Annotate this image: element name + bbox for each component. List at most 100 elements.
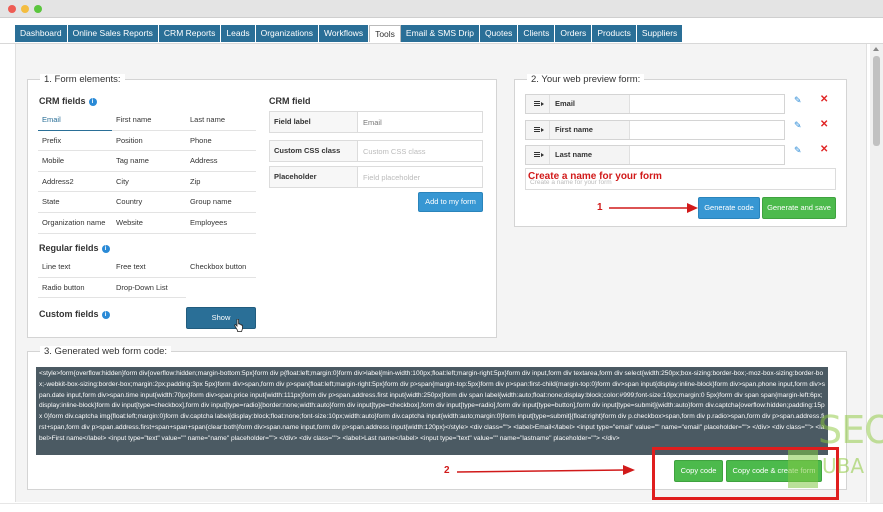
generated-code-box[interactable]: <style>form{overflow:hidden}form div{ove…: [36, 367, 828, 455]
crm-field-email[interactable]: Email: [38, 110, 112, 131]
drag-handle-icon[interactable]: [526, 121, 550, 139]
preview-input-last-name[interactable]: [630, 146, 784, 164]
maximize-window-icon[interactable]: [34, 5, 42, 13]
custom-css-label: Custom CSS class: [270, 141, 358, 161]
drag-handle-icon[interactable]: [526, 95, 550, 113]
crm-field-phone[interactable]: Phone: [186, 131, 256, 152]
custom-css-input[interactable]: [359, 141, 482, 161]
regular-field-radio-button[interactable]: Radio button: [38, 278, 112, 299]
show-custom-fields-button[interactable]: Show: [186, 307, 256, 329]
placeholder-input[interactable]: [359, 167, 482, 187]
annotation-create-name: Create a name for your form: [528, 171, 662, 182]
crm-field-website[interactable]: Website: [112, 213, 186, 234]
crm-field-country[interactable]: Country: [112, 192, 186, 213]
preview-row-last-name: Last name: [525, 145, 785, 165]
crm-field-heading: CRM field: [269, 96, 311, 106]
tab-leads[interactable]: Leads: [221, 25, 256, 42]
info-icon[interactable]: i: [88, 98, 97, 106]
crm-field-first-name[interactable]: First name: [112, 110, 186, 131]
placeholder-label: Placeholder: [270, 167, 358, 187]
crm-field-organization-name[interactable]: Organization name: [38, 213, 112, 234]
crm-field-mobile[interactable]: Mobile: [38, 151, 112, 172]
main-navigation: Dashboard Online Sales Reports CRM Repor…: [15, 25, 684, 42]
preview-input-email[interactable]: [630, 95, 784, 113]
regular-fields-grid: Line text Free text Checkbox button Radi…: [38, 257, 256, 299]
crm-field-group-name[interactable]: Group name: [186, 192, 256, 213]
scroll-up-arrow-icon[interactable]: [873, 47, 879, 51]
watermark-logo-block: [788, 450, 818, 488]
tab-online-sales-reports[interactable]: Online Sales Reports: [67, 25, 159, 42]
pencil-icon[interactable]: ✎: [794, 146, 802, 155]
hand-cursor-icon: [234, 319, 243, 332]
tab-email-sms-drip[interactable]: Email & SMS Drip: [400, 25, 480, 42]
window-titlebar: [0, 0, 883, 18]
generate-code-button[interactable]: Generate code: [698, 197, 760, 219]
tab-orders[interactable]: Orders: [555, 25, 593, 42]
crm-field-last-name[interactable]: Last name: [186, 110, 256, 131]
tab-tools[interactable]: Tools: [369, 25, 401, 42]
tab-workflows[interactable]: Workflows: [319, 25, 370, 42]
tab-organizations[interactable]: Organizations: [255, 25, 320, 42]
drag-handle-icon[interactable]: [526, 146, 550, 164]
regular-field-drop-down-list[interactable]: Drop-Down List: [112, 278, 186, 299]
custom-fields-heading-text: Custom fields: [39, 309, 99, 319]
preview-label-last-name: Last name: [550, 146, 630, 164]
crm-fields-grid: Email First name Last name Prefix Positi…: [38, 110, 256, 234]
regular-field-checkbox-button[interactable]: Checkbox button: [186, 257, 256, 278]
crm-field-city[interactable]: City: [112, 172, 186, 193]
delete-x-icon[interactable]: ✕: [820, 120, 828, 130]
tab-crm-reports[interactable]: CRM Reports: [158, 25, 222, 42]
annotation-step-2: 2: [444, 465, 450, 476]
scroll-thumb[interactable]: [873, 56, 880, 146]
annotation-arrow-1: [609, 203, 698, 213]
annotation-arrow-2: [456, 465, 635, 475]
delete-x-icon[interactable]: ✕: [820, 95, 828, 105]
crm-field-position[interactable]: Position: [112, 131, 186, 152]
crm-field-state[interactable]: State: [38, 192, 112, 213]
generated-code-title: 3. Generated web form code:: [40, 346, 172, 357]
info-icon[interactable]: i: [101, 245, 110, 253]
crm-fields-heading: CRM fields i: [39, 96, 97, 106]
regular-fields-heading: Regular fields i: [39, 243, 110, 253]
preview-row-first-name: First name: [525, 120, 785, 140]
generate-and-save-button[interactable]: Generate and save: [762, 197, 836, 219]
bottom-edge: [0, 503, 883, 512]
crm-fields-heading-text: CRM fields: [39, 96, 86, 106]
preview-input-first-name[interactable]: [630, 121, 784, 139]
minimize-window-icon[interactable]: [21, 5, 29, 13]
placeholder-row: Placeholder: [269, 166, 483, 188]
web-preview-title: 2. Your web preview form:: [527, 74, 645, 85]
pencil-icon[interactable]: ✎: [794, 121, 802, 130]
field-label-label: Field label: [270, 112, 358, 132]
tab-suppliers[interactable]: Suppliers: [636, 25, 684, 42]
regular-field-line-text[interactable]: Line text: [38, 257, 112, 278]
info-icon[interactable]: i: [101, 311, 110, 319]
watermark-text-top: SEO: [818, 408, 883, 452]
preview-label-first-name: First name: [550, 121, 630, 139]
preview-row-email: Email: [525, 94, 785, 114]
custom-css-row: Custom CSS class: [269, 140, 483, 162]
regular-fields-heading-text: Regular fields: [39, 243, 99, 253]
pencil-icon[interactable]: ✎: [794, 96, 802, 105]
preview-label-email: Email: [550, 95, 630, 113]
annotation-step-1: 1: [597, 202, 603, 213]
form-elements-title: 1. Form elements:: [40, 74, 125, 85]
field-label-input[interactable]: [359, 112, 482, 132]
delete-x-icon[interactable]: ✕: [820, 145, 828, 155]
crm-field-address[interactable]: Address: [186, 151, 256, 172]
tab-products[interactable]: Products: [592, 25, 637, 42]
crm-field-zip[interactable]: Zip: [186, 172, 256, 193]
crm-field-employees[interactable]: Employees: [186, 213, 256, 234]
custom-fields-heading: Custom fields i: [39, 309, 110, 319]
close-window-icon[interactable]: [8, 5, 16, 13]
regular-field-free-text[interactable]: Free text: [112, 257, 186, 278]
field-label-row: Field label: [269, 111, 483, 133]
crm-field-prefix[interactable]: Prefix: [38, 131, 112, 152]
tab-clients[interactable]: Clients: [518, 25, 556, 42]
tab-quotes[interactable]: Quotes: [479, 25, 519, 42]
tab-dashboard[interactable]: Dashboard: [15, 25, 68, 42]
crm-field-address2[interactable]: Address2: [38, 172, 112, 193]
add-to-my-form-button[interactable]: Add to my form: [418, 192, 483, 212]
watermark-text-bottom: UBA: [822, 454, 865, 478]
crm-field-tag-name[interactable]: Tag name: [112, 151, 186, 172]
